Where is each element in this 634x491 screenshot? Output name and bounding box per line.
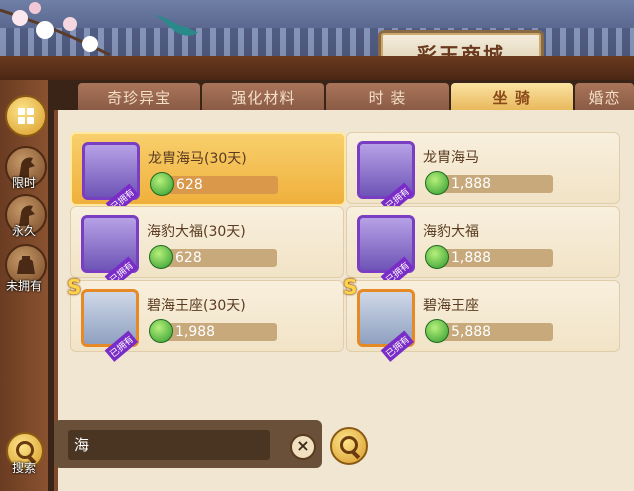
jade-gem-icon: [425, 171, 449, 195]
shop-title-plate: 彩玉商城: [378, 30, 544, 76]
grid-icon: [18, 108, 34, 124]
shop-title: 彩玉商城: [417, 42, 505, 67]
item-price: 5,888: [451, 324, 492, 340]
sidebar-label-limited: 限时: [11, 176, 36, 190]
tab-fashion[interactable]: 时 装: [326, 83, 449, 111]
mount-thumbnail: 已拥有: [357, 215, 415, 288]
mount-thumbnail: 已拥有: [357, 141, 415, 214]
clear-icon[interactable]: ×: [290, 434, 316, 460]
item-name: 碧海王座: [423, 298, 479, 314]
search-input[interactable]: 海: [68, 430, 270, 460]
s-rank-badge: S: [67, 275, 82, 299]
jade-gem-icon: [150, 172, 174, 196]
tab-mounts[interactable]: 坐 骑: [450, 83, 573, 111]
search-icon: [340, 436, 358, 454]
mount-thumbnail: 已拥有: [81, 215, 139, 288]
item-name: 龙胄海马: [423, 150, 479, 166]
search-bar: 海 ×: [54, 420, 368, 468]
jade-gem-icon: [425, 319, 449, 343]
bird-decoration: [155, 15, 198, 36]
item-price: 628: [176, 177, 203, 193]
sidebar-search-label: 搜索: [11, 461, 36, 475]
jade-gem-icon: [149, 319, 173, 343]
item-name: 海豹大福: [423, 224, 479, 240]
owned-tag: 已拥有: [104, 330, 138, 362]
mount-thumbnail: 已拥有: [81, 289, 139, 362]
item-name: 海豹大福(30天): [147, 224, 246, 240]
item-card[interactable]: 已拥有 S 碧海王座(30天) 1,988: [67, 275, 344, 362]
tab-treasures[interactable]: 奇珍异宝: [78, 83, 201, 111]
item-name: 碧海王座(30天): [147, 298, 246, 314]
item-price: 628: [175, 250, 202, 266]
item-card[interactable]: 已拥有 龙胄海马 1,888: [346, 132, 620, 214]
search-icon: [16, 441, 34, 459]
mount-thumbnail: 已拥有: [82, 142, 140, 215]
search-submit-button[interactable]: [330, 427, 368, 465]
item-card[interactable]: 已拥有 S 碧海王座 5,888: [343, 275, 620, 362]
s-rank-badge: S: [343, 275, 358, 299]
item-card[interactable]: 已拥有 海豹大福 1,888: [346, 206, 620, 288]
sidebar-label-not-owned: 未拥有: [5, 279, 42, 293]
tab-marriage[interactable]: 婚恋: [574, 83, 634, 111]
mount-thumbnail: 已拥有: [357, 289, 415, 362]
sidebar-item-all[interactable]: [5, 95, 47, 137]
tab-materials[interactable]: 强化材料: [202, 83, 325, 111]
item-price: 1,988: [175, 324, 216, 340]
item-name: 龙胄海马(30天): [148, 151, 247, 167]
item-price: 1,888: [451, 176, 492, 192]
jade-gem-icon: [149, 245, 173, 269]
cherry-blossom-decoration: [0, 2, 111, 57]
category-tabs: 奇珍异宝 强化材料 时 装 坐 骑 婚恋: [78, 83, 634, 111]
item-card[interactable]: 已拥有 龙胄海马(30天) 628: [70, 132, 346, 215]
sidebar-label-permanent: 永久: [11, 224, 36, 238]
owned-tag: 已拥有: [380, 330, 414, 362]
roof-header: 彩玉商城: [0, 0, 634, 80]
jade-gem-icon: [425, 245, 449, 269]
item-price: 1,888: [451, 250, 492, 266]
item-card[interactable]: 已拥有 海豹大福(30天) 628: [70, 206, 344, 288]
